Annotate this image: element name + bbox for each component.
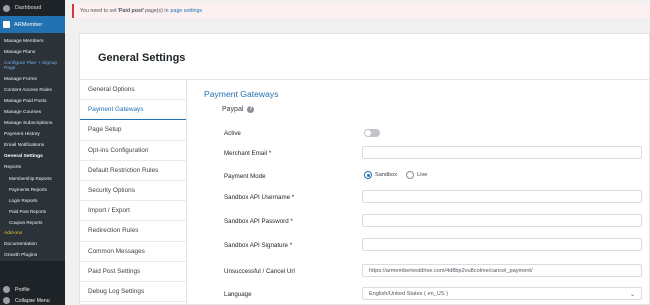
- toggle-knob: [365, 130, 371, 136]
- collapse-icon: [3, 297, 10, 304]
- armember-icon: [3, 21, 10, 28]
- gateway-title: Paypal ?: [222, 106, 255, 113]
- cancel-url-row: Unsuccessful / Cancel Url https://armemb…: [224, 264, 644, 278]
- tab-debug-log-settings[interactable]: Debug Log Settings: [80, 282, 186, 303]
- sidebar-item-configure-plan-signup-page[interactable]: Configure Plan + Signup Page: [0, 58, 65, 75]
- sidebar-item-general-settings[interactable]: General Settings: [0, 152, 65, 163]
- api-password-row: Sandbox API Password *: [224, 214, 644, 228]
- payment-mode-row: Payment Mode Sandbox Live: [224, 169, 644, 183]
- tab-redirection-rules[interactable]: Redirection Rules: [80, 221, 186, 242]
- tab-general-options[interactable]: General Options: [80, 80, 186, 101]
- sidebar-item-manage-plans[interactable]: Manage Plans: [0, 47, 65, 58]
- language-row: Language English/United States ( en_US )…: [224, 287, 644, 301]
- sidebar-item-content-access-rules[interactable]: Content Access Rules: [0, 86, 65, 97]
- cancel-url-label: Unsuccessful / Cancel Url: [224, 267, 295, 275]
- tab-opt-ins-configuration[interactable]: Opt-ins Configuration: [80, 141, 186, 161]
- active-toggle[interactable]: [364, 129, 380, 137]
- api-signature-row: Sandbox API Signature *: [224, 238, 644, 252]
- cancel-url-input[interactable]: https://armembertestdrive.com/4d8bp2vu8c…: [362, 264, 642, 277]
- sidebar-item-email-notifications[interactable]: Email Notifications: [0, 141, 65, 152]
- tab-payment-gateways[interactable]: Payment Gateways: [80, 100, 186, 121]
- sidebar-item-growth-plugins[interactable]: Growth Plugins: [0, 251, 65, 262]
- chevron-down-icon: ⌄: [629, 292, 635, 298]
- tab-paid-post-settings[interactable]: Paid Post Settings: [80, 262, 186, 282]
- profile-icon: [3, 286, 10, 293]
- sidebar-item-add-ons[interactable]: Add-ons: [0, 229, 65, 240]
- help-icon[interactable]: ?: [247, 106, 255, 113]
- active-label: Active: [224, 129, 241, 137]
- radio-live[interactable]: Live: [406, 171, 427, 179]
- sidebar-item-payments-reports[interactable]: Payments Reports: [0, 185, 65, 196]
- sidebar-item-reports[interactable]: Reports: [0, 163, 65, 174]
- active-row: Active: [224, 126, 644, 140]
- language-value: English/United States ( en_US ): [369, 290, 448, 297]
- radio-button-live[interactable]: [406, 171, 415, 179]
- sidebar-item-documentation[interactable]: Documentation: [0, 240, 65, 251]
- notice-text-middle: page(s) in: [144, 8, 169, 14]
- radio-label-live: Live: [417, 172, 428, 178]
- sidebar-item-manage-courses[interactable]: Manage Courses: [0, 108, 65, 119]
- notice-bold: 'Paid post': [117, 8, 144, 14]
- sidebar-item-payment-history[interactable]: Payment History: [0, 130, 65, 141]
- payment-mode-label: Payment Mode: [224, 172, 266, 180]
- notice-text: You need to set: [80, 8, 117, 14]
- radio-button-sandbox[interactable]: [364, 171, 372, 179]
- sidebar-item-login-reports[interactable]: Login Reports: [0, 196, 65, 207]
- sidebar-item-manage-subscriptions[interactable]: Manage Subscriptions: [0, 119, 65, 130]
- collapse-menu-button[interactable]: Collapse Menu: [0, 296, 65, 305]
- sidebar-item-profile[interactable]: Profile: [0, 283, 65, 296]
- dashboard-icon: [3, 4, 10, 12]
- settings-panel: General Settings General Options Payment …: [79, 33, 650, 305]
- sidebar-item-label: Dashboard: [15, 5, 42, 11]
- payment-gateways-section: Payment Gateways Paypal ? Active Merchan…: [204, 89, 644, 300]
- api-password-label: Sandbox API Password *: [224, 217, 293, 225]
- page-settings-link[interactable]: page settings: [171, 8, 203, 14]
- api-username-label: Sandbox API Username *: [224, 193, 295, 201]
- api-username-input[interactable]: [362, 190, 642, 203]
- tab-security-options[interactable]: Security Options: [80, 181, 186, 202]
- sidebar-submenu: Manage Members Manage Plans Configure Plan…: [0, 33, 65, 262]
- api-password-input[interactable]: [362, 214, 642, 227]
- settings-tabs: General Options Payment Gateways Page Setu…: [80, 80, 187, 305]
- sidebar-item-label: ARMember: [14, 21, 43, 28]
- language-label: Language: [224, 290, 252, 298]
- sidebar-item-paid-post-reports[interactable]: Paid Post Reports: [0, 207, 65, 218]
- sidebar-item-armember[interactable]: ARMember: [0, 16, 65, 33]
- admin-notice: You need to set 'Paid post' page(s) in p…: [72, 4, 650, 18]
- merchant-email-row: Merchant Email *: [224, 146, 644, 160]
- sidebar-item-dashboard[interactable]: Dashboard: [0, 0, 65, 16]
- api-username-row: Sandbox API Username *: [224, 190, 644, 204]
- sidebar-item-membership-reports[interactable]: Membership Reports: [0, 174, 65, 185]
- tab-default-restriction-rules[interactable]: Default Restriction Rules: [80, 161, 186, 181]
- tab-page-setup[interactable]: Page Setup: [80, 120, 186, 141]
- merchant-email-label: Merchant Email *: [224, 149, 272, 157]
- language-select[interactable]: English/United States ( en_US ) ⌄: [362, 287, 642, 300]
- gateway-name: Paypal: [222, 106, 244, 113]
- merchant-email-input[interactable]: [362, 146, 642, 159]
- sidebar-item-manage-forms[interactable]: Manage Forms: [0, 75, 65, 86]
- sidebar-item-manage-members[interactable]: Manage Members: [0, 36, 65, 47]
- tab-common-messages[interactable]: Common Messages: [80, 242, 186, 262]
- api-signature-input[interactable]: [362, 238, 642, 251]
- page-title: General Settings: [98, 52, 186, 64]
- payment-mode-radios: Sandbox Live: [364, 171, 436, 179]
- admin-sidebar: Dashboard ARMember Manage Members Manage …: [0, 0, 65, 305]
- sidebar-item-coupon-reports[interactable]: Coupon Reports: [0, 218, 65, 229]
- radio-sandbox[interactable]: Sandbox: [364, 171, 397, 179]
- sidebar-bottom: Profile Collapse Menu: [0, 283, 65, 305]
- sidebar-item-label: Collapse Menu: [15, 297, 50, 304]
- api-signature-label: Sandbox API Signature *: [224, 241, 293, 249]
- section-title: Payment Gateways: [204, 89, 279, 99]
- sidebar-item-label: Profile: [15, 286, 30, 293]
- sidebar-item-manage-paid-posts[interactable]: Manage Paid Posts: [0, 97, 65, 108]
- tab-import-export[interactable]: Import / Export: [80, 201, 186, 222]
- radio-label-sandbox: Sandbox: [375, 172, 398, 178]
